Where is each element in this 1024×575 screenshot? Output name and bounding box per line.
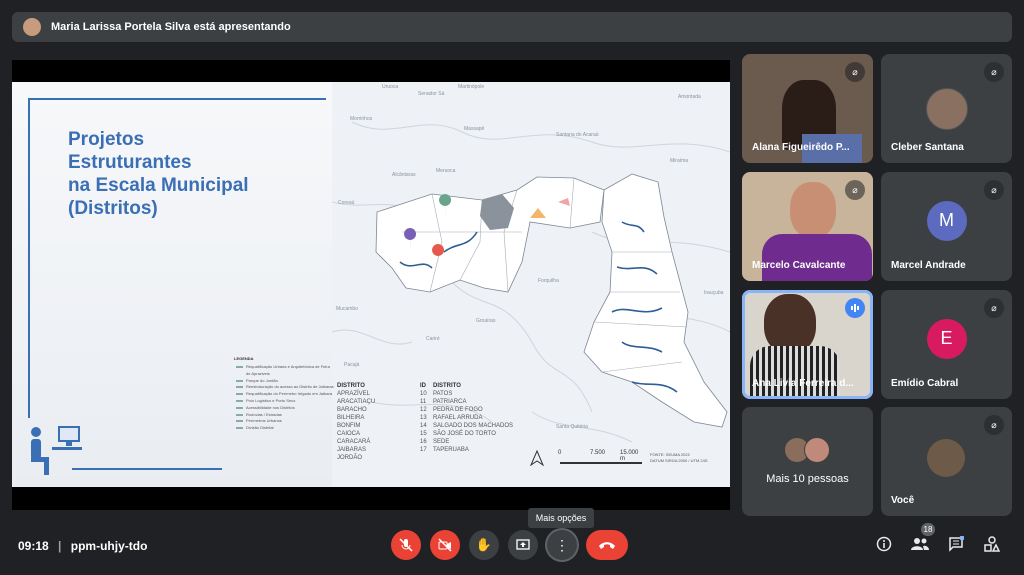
more-people-label: Mais 10 pessoas bbox=[766, 473, 849, 485]
avatar: M bbox=[926, 200, 967, 241]
slide-frame-left bbox=[28, 98, 30, 418]
videocam-off-icon bbox=[438, 538, 452, 552]
participant-name: Cleber Santana bbox=[891, 142, 964, 153]
legend-title: LEGENDA bbox=[234, 356, 254, 361]
svg-text:Amontada: Amontada bbox=[678, 94, 701, 100]
map-source: FONTE: SEUMA 2022 DATUM SIRGA 2000 / UTM… bbox=[650, 452, 708, 463]
participant-name: Marcelo Cavalcante bbox=[752, 260, 846, 271]
district-list-right: DISTRITO PATOS PATRIARCA PEDRA DE FOGO R… bbox=[433, 383, 514, 453]
svg-text:Uruoca: Uruoca bbox=[382, 84, 398, 90]
svg-text:Senador Sá: Senador Sá bbox=[418, 91, 445, 97]
participant-tile-cleber[interactable]: ⌀ Cleber Santana bbox=[881, 54, 1012, 163]
activities-button[interactable] bbox=[984, 536, 1001, 555]
north-arrow-icon bbox=[530, 450, 544, 466]
more-vert-icon: ⋮ bbox=[555, 537, 569, 553]
mic-off-icon: ⌀ bbox=[984, 298, 1004, 318]
meeting-time: 09:18 | ppm-uhjy-tdo bbox=[18, 539, 148, 553]
present-icon bbox=[516, 539, 530, 550]
chat-icon bbox=[949, 535, 965, 552]
hand-icon: ✋ bbox=[475, 537, 493, 552]
svg-text:Cariré: Cariré bbox=[426, 336, 440, 342]
mic-off-icon: ⌀ bbox=[984, 62, 1004, 82]
participant-tile-emidio[interactable]: E ⌀ Emídio Cabral bbox=[881, 290, 1012, 399]
mic-off-icon: ⌀ bbox=[984, 180, 1004, 200]
mic-off-icon: ⌀ bbox=[845, 180, 865, 200]
people-icon bbox=[911, 538, 929, 550]
presenting-text: Maria Larissa Portela Silva está apresen… bbox=[51, 21, 291, 33]
svg-text:Alcântaras: Alcântaras bbox=[392, 172, 416, 178]
participant-tile-ana[interactable]: Ana Livia Ferreira d... bbox=[742, 290, 873, 399]
participant-name: Ana Livia Ferreira d... bbox=[752, 378, 854, 389]
leave-call-button[interactable] bbox=[586, 530, 628, 560]
camera-toggle-button[interactable] bbox=[430, 530, 460, 560]
participant-tile-marcelo[interactable]: ⌀ Marcelo Cavalcante bbox=[742, 172, 873, 281]
svg-text:Miraíma: Miraíma bbox=[670, 158, 688, 164]
presentation-banner: Maria Larissa Portela Silva está apresen… bbox=[12, 12, 1012, 42]
more-people-tile[interactable]: Mais 10 pessoas bbox=[742, 407, 873, 516]
svg-text:Groaíras: Groaíras bbox=[476, 318, 496, 324]
svg-text:Martinópole: Martinópole bbox=[458, 84, 484, 90]
slide-frame-bottom bbox=[72, 468, 222, 470]
svg-text:Mucambo: Mucambo bbox=[336, 306, 358, 312]
info-icon bbox=[876, 536, 892, 552]
district-map: Uruoca Senador Sá Martinópole Morrinhos … bbox=[332, 84, 730, 443]
avatar: E bbox=[926, 318, 967, 359]
participant-name: Marcel Andrade bbox=[891, 260, 966, 271]
district-list-ids: ID 10 11 12 13 14 15 16 17 bbox=[420, 383, 427, 453]
speaking-icon bbox=[845, 298, 865, 318]
svg-text:Irauçuba: Irauçuba bbox=[704, 290, 724, 296]
slide-title: Projetos Estruturantes na Escala Municip… bbox=[68, 129, 249, 219]
participant-tile-you[interactable]: ⌀ Você bbox=[881, 407, 1012, 516]
mic-off-icon: ⌀ bbox=[845, 62, 865, 82]
svg-text:Forquilha: Forquilha bbox=[538, 278, 559, 284]
svg-text:Santana do Acaraú: Santana do Acaraú bbox=[556, 132, 599, 138]
chat-button[interactable] bbox=[948, 535, 965, 555]
more-options-button[interactable]: ⋮ bbox=[547, 530, 577, 560]
svg-text:Coreaú: Coreaú bbox=[338, 200, 355, 206]
meeting-code: ppm-uhjy-tdo bbox=[70, 539, 148, 553]
mic-off-icon bbox=[399, 538, 413, 552]
person-computer-icon bbox=[31, 426, 82, 475]
svg-text:Meruoca: Meruoca bbox=[436, 168, 456, 174]
district-list-left: DISTRITO APRAZÍVEL ARACATIAÇU BARACHO BI… bbox=[337, 383, 376, 461]
svg-text:Santa Quitéria: Santa Quitéria bbox=[556, 424, 588, 430]
call-end-icon bbox=[599, 542, 615, 549]
raise-hand-button[interactable]: ✋ bbox=[469, 530, 499, 560]
participant-name: Alana Figueirêdo P... bbox=[752, 142, 850, 153]
activities-icon bbox=[984, 536, 1001, 552]
participant-name: Você bbox=[891, 495, 915, 506]
svg-text:Pacujá: Pacujá bbox=[344, 362, 360, 368]
slide-frame-top bbox=[28, 98, 326, 100]
svg-text:Massapê: Massapê bbox=[464, 126, 485, 132]
slide: Projetos Estruturantes na Escala Municip… bbox=[12, 82, 730, 487]
bottom-bar: 09:18 | ppm-uhjy-tdo ✋ ⋮ bbox=[0, 520, 1024, 575]
participant-tile-marcel[interactable]: M ⌀ Marcel Andrade bbox=[881, 172, 1012, 281]
present-button[interactable] bbox=[508, 530, 538, 560]
legend: Requalificação Urbana e Arquitetônica de… bbox=[234, 364, 334, 432]
participant-tile-alana[interactable]: ⌀ Alana Figueirêdo P... bbox=[742, 54, 873, 163]
svg-text:Morrinhos: Morrinhos bbox=[350, 116, 373, 122]
scale-bar: 0 7.500 15.000 m bbox=[558, 450, 644, 464]
mic-toggle-button[interactable] bbox=[391, 530, 421, 560]
mic-off-icon: ⌀ bbox=[984, 415, 1004, 435]
participant-name: Emídio Cabral bbox=[891, 378, 959, 389]
people-button[interactable] bbox=[911, 536, 929, 555]
presentation-area[interactable]: Projetos Estruturantes na Escala Municip… bbox=[12, 60, 730, 510]
people-count-badge: 18 bbox=[921, 523, 935, 536]
presenter-avatar bbox=[23, 18, 41, 36]
meeting-details-button[interactable] bbox=[876, 536, 892, 555]
